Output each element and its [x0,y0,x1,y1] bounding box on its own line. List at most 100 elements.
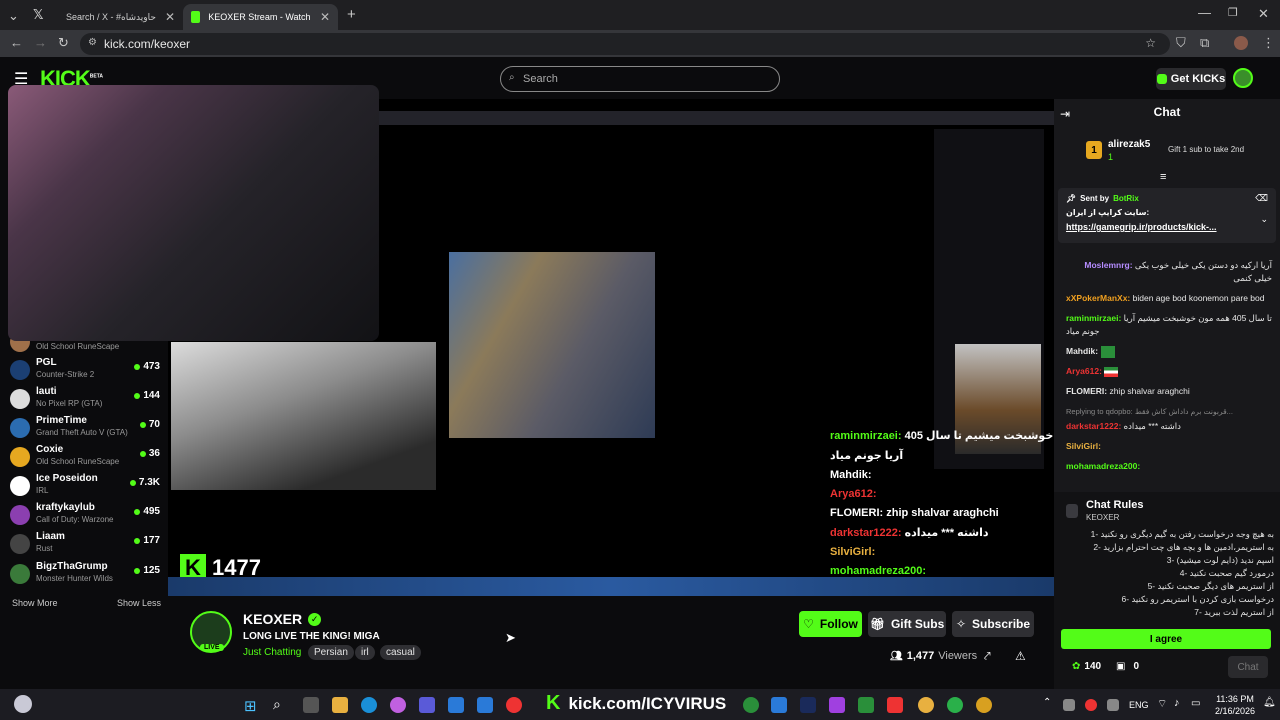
maximize-icon[interactable]: ❐ [1228,6,1238,19]
gift-prompt[interactable]: Gift 1 sub to take 2nd [1168,145,1244,154]
stream-category[interactable]: Just Chatting [243,647,301,658]
battery-icon[interactable]: ▭ [1191,698,1200,709]
pinned-message: 📌︎ Sent by BotRix ⌫ ⌄ سایت کرایپ از ایرا… [1058,188,1276,243]
language-indicator[interactable]: ENG [1129,700,1149,710]
chat-send-button[interactable]: Chat [1228,656,1268,678]
obs-icon[interactable] [829,697,845,713]
sidebar-item-kraftykaylub[interactable]: kraftykaylub Call of Duty: Warzone 495 [10,501,160,529]
store-app-icon[interactable] [448,697,464,713]
chat-username[interactable]: xXPokerManXx: [1066,293,1130,303]
chat-username[interactable]: Mahdik: [1066,346,1098,356]
search-icon[interactable]: ⌕ [273,696,281,713]
notification-bell-icon[interactable]: 🔔︎ [1263,697,1276,708]
sidebar-item-liaam[interactable]: Liaam Rust 177 [10,530,160,558]
chat-username[interactable]: FLOMERI: [1066,386,1107,396]
star-icon: ✧ [955,617,967,631]
whatsapp-icon[interactable] [947,697,963,713]
bookmark-star-icon[interactable]: ☆ [1145,36,1156,50]
copilot-icon[interactable] [390,697,406,713]
extensions-icon[interactable]: ⧉ [1200,35,1209,51]
sidebar-item-pgl[interactable]: PGL Counter-Strike 2 473 [10,356,160,384]
start-icon[interactable]: ⊞ [244,697,257,715]
leaderboard-toggle-icon[interactable]: ≡ [1160,171,1166,183]
get-kicks-button[interactable]: Get KICKs [1156,68,1226,90]
tag-casual[interactable]: casual [380,645,421,660]
chrome-active-icon[interactable] [918,697,934,713]
tray-app-icon[interactable] [1107,699,1119,711]
unpin-icon[interactable]: ⌫ [1255,193,1268,204]
volume-icon[interactable]: ♪ [1174,697,1180,709]
tag-irl[interactable]: irl [355,645,375,660]
chrome-icon[interactable] [506,697,522,713]
expand-pin-icon[interactable]: ⌄ [1260,214,1268,225]
tab-list-icon[interactable]: ⌄ [8,8,19,24]
sidebar-item-ice-poseidon[interactable]: Ice Poseidon IRL 7.3K [10,472,160,500]
show-more-button[interactable]: Show More [12,598,58,608]
winrar-icon[interactable] [887,697,903,713]
follow-button[interactable]: ♡ Follow [799,611,862,637]
chat-text: zhip shalvar araghchi [886,507,999,519]
gift-subs-button[interactable]: 🎁︎ Gift Subs [868,611,946,637]
back-icon[interactable]: ← [10,35,23,50]
sidebar-item-primetime[interactable]: PrimeTime Grand Theft Auto V (GTA) 70 [10,414,160,442]
clock-date[interactable]: 2/16/2026 [1211,706,1259,716]
store-counter[interactable]: ▣ 0 [1116,661,1139,672]
task-view-icon[interactable] [303,697,319,713]
sidebar-item-bigzthagrump[interactable]: BigzThaGrump Monster Hunter Wilds 125 [10,560,160,588]
edge-icon[interactable] [361,697,377,713]
wifi-icon[interactable]: ⌔ [1157,697,1167,711]
report-icon[interactable]: ⚠ [1015,649,1026,663]
chat-username: darkstar1222: [830,527,902,539]
tab-search-x[interactable]: Search / X - #حاویدشاه ✕ [58,4,183,30]
close-tab-icon[interactable]: ✕ [165,10,175,24]
chat-username[interactable]: mohamadreza200: [1066,461,1140,471]
show-less-button[interactable]: Show Less [117,598,161,608]
tab-keoxer-stream[interactable]: KEOXER Stream - Watch Live on ✕ [183,4,338,30]
teams-icon[interactable] [419,697,435,713]
site-info-icon[interactable]: ⚙ [88,37,97,48]
tray-chevron-icon[interactable]: ⌃ [1043,697,1051,708]
browser-menu-icon[interactable]: ⋮ [1262,35,1275,51]
chat-username[interactable]: Moslemnrg: [1084,260,1132,270]
profile-avatar-icon[interactable] [1234,36,1248,50]
url-field[interactable]: ⚙ kick.com/keoxer ☆ [80,33,1170,55]
top-gifter-name[interactable]: alirezak5 [1108,139,1150,150]
spotify-icon[interactable] [743,697,759,713]
vscode-icon[interactable] [771,697,787,713]
pinned-link[interactable]: https://gamegrip.ir/products/kick-... [1066,222,1217,232]
live-dot-icon [134,508,141,515]
stream-title: LONG LIVE THE KING! MIGA [243,631,380,642]
tray-app-icon[interactable] [1085,699,1097,711]
share-icon[interactable]: ⤤ [984,649,991,664]
chat-username[interactable]: SilviGirl: [1066,441,1101,451]
user-avatar[interactable] [1233,68,1253,88]
new-tab-button[interactable]: + [347,6,356,23]
reload-icon[interactable]: ↻ [58,35,69,51]
chrome-canary-icon[interactable] [976,697,992,713]
minimize-icon[interactable]: — [1198,5,1211,20]
chat-message: FLOMERI: zhip shalvar araghchi [1066,385,1272,398]
shield-extension-icon[interactable]: ⛉ [1176,35,1186,51]
clock-time[interactable]: 11:36 PM [1215,694,1255,704]
mail-icon[interactable] [477,697,493,713]
chat-username[interactable]: darkstar1222: [1066,421,1121,431]
chat-username[interactable]: Arya612: [1066,366,1102,376]
photoshop-icon[interactable] [800,697,816,713]
tray-app-icon[interactable] [1063,699,1075,711]
channel-name[interactable]: KEOXER [243,611,302,627]
forward-icon[interactable]: → [34,35,47,50]
close-tab-icon[interactable]: ✕ [320,10,330,24]
excel-icon[interactable] [858,697,874,713]
sidebar-item-lauti[interactable]: lauti No Pixel RP (GTA) 144 [10,385,160,413]
sidebar-item-coxie[interactable]: Coxie Old School RuneScape 36 [10,443,160,471]
chat-username[interactable]: raminmirzaei: [1066,313,1121,323]
agree-button[interactable]: I agree [1061,629,1271,649]
file-explorer-icon[interactable] [332,697,348,713]
users-icon: 👥︎ [890,650,903,662]
close-window-icon[interactable]: ✕ [1258,6,1269,22]
live-dot-icon [129,479,136,486]
tag-persian[interactable]: Persian [308,645,354,660]
subscribe-button[interactable]: ✧ Subscribe [952,611,1034,637]
weather-icon[interactable] [14,695,32,713]
search-input[interactable]: ⌕ Search [500,66,780,92]
